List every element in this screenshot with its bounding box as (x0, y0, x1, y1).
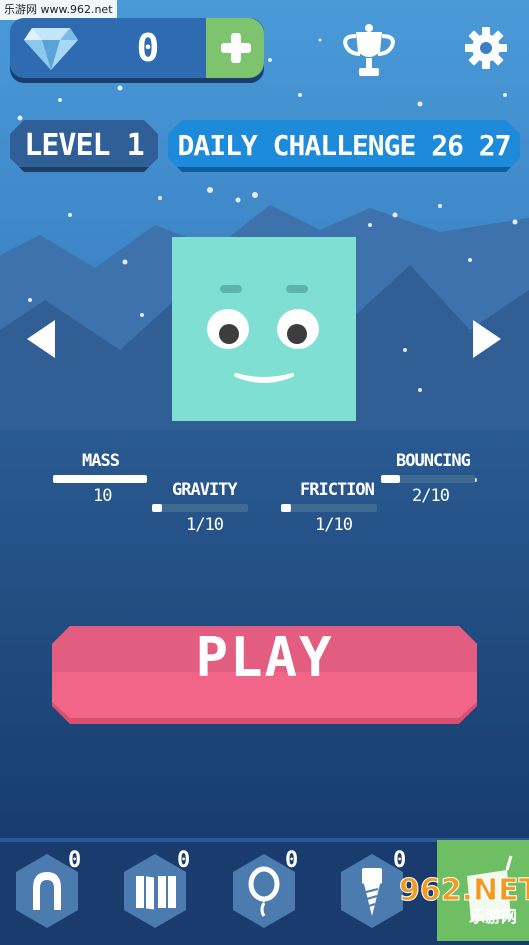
stat-gravity-label: GRAVITY (172, 480, 238, 500)
brand-watermark-text: 962.NET (399, 873, 529, 908)
stat-gravity-bar (152, 504, 248, 512)
stat-friction-fill (281, 504, 291, 512)
stat-mass-bar (53, 475, 147, 483)
stat-friction-label: FRICTION (300, 480, 375, 500)
book-count: 0 (177, 848, 191, 873)
stat-bouncing-label: BOUNCING (396, 451, 471, 471)
stat-gravity-value: 1/10 (186, 515, 224, 535)
daily-challenge-label: DAILY CHALLENGE (177, 129, 416, 162)
stat-friction-value: 1/10 (315, 515, 353, 535)
magnet-count: 0 (68, 848, 82, 873)
stat-mass-fill (53, 475, 147, 483)
diamond-icon (24, 28, 78, 70)
stat-gravity-fill (152, 504, 162, 512)
character-block (172, 237, 356, 421)
daily-challenge-button[interactable]: DAILY CHALLENGE 26 27 28 (168, 120, 520, 172)
balloon-count: 0 (285, 848, 299, 873)
stat-mass-label: MASS (82, 451, 120, 471)
play-label: PLAY (195, 626, 334, 689)
stat-bouncing-fill (381, 475, 400, 483)
stat-bouncing-bar (381, 475, 475, 483)
stat-bouncing-value: 2/10 (412, 486, 450, 506)
add-gems-button[interactable] (206, 18, 264, 78)
stat-mass-value: 10 (93, 486, 113, 506)
gem-count: 0 (136, 26, 160, 70)
brand-watermark-logo: 962.NET 乐游网 (399, 873, 529, 927)
next-character-arrow-icon[interactable] (471, 318, 503, 360)
play-button[interactable]: PLAY (52, 626, 477, 724)
gear-icon[interactable] (464, 26, 508, 70)
previous-character-arrow-icon[interactable] (25, 318, 57, 360)
level-badge[interactable]: LEVEL 1 (10, 120, 158, 172)
brand-watermark-cn: 乐游网 (469, 907, 517, 926)
site-watermark: 乐游网 www.962.net (0, 0, 117, 20)
trophy-icon[interactable] (338, 22, 400, 78)
character-face (207, 285, 319, 383)
stat-friction-bar (281, 504, 377, 512)
